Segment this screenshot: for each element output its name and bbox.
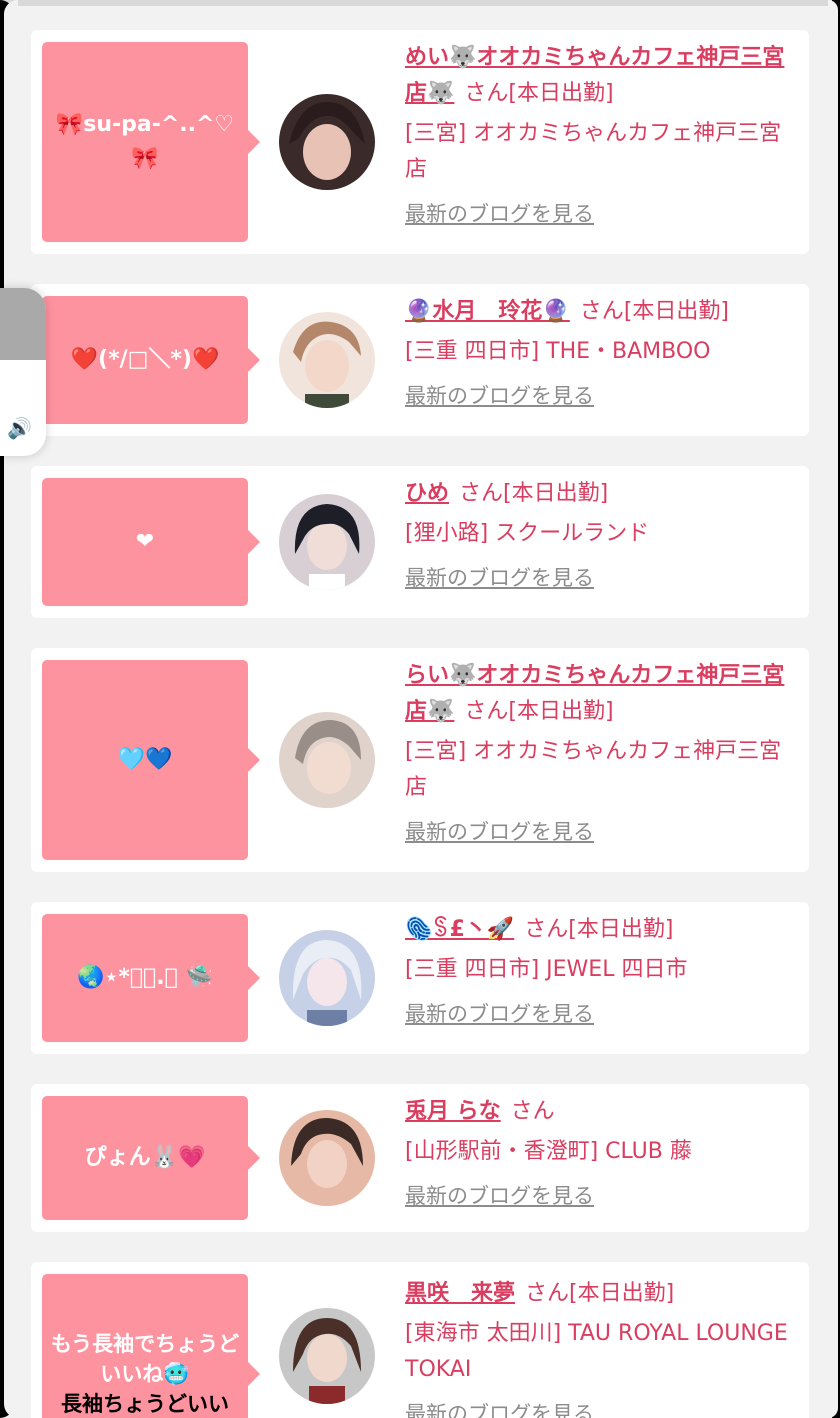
shop-location: [三宮] オオカミちゃんカフェ神戸三宮店 xyxy=(405,739,782,800)
avatar[interactable] xyxy=(279,494,375,590)
attendance-status: [本日出勤] xyxy=(503,481,609,506)
device-edge-left-inner xyxy=(4,0,18,1418)
cast-name-link[interactable]: 🔮水月 玲花🔮 xyxy=(405,299,570,324)
volume-level-fill xyxy=(0,288,46,360)
message-bubble: ぴょん🐰💗 xyxy=(42,1096,260,1220)
message-bubble: 🎀su-pa-^..^♡🎀 xyxy=(42,42,260,242)
cast-name-link[interactable]: 兎月 らな xyxy=(405,1099,501,1124)
cast-info: らい🐺オオカミちゃんカフェ神戸三宮店🐺 さん[本日出勤] [三宮] オオカミちゃん… xyxy=(405,658,801,846)
name-line: めい🐺オオカミちゃんカフェ神戸三宮店🐺 さん[本日出勤] xyxy=(405,40,801,112)
bubble-text: もう長袖でちょうどいいね🥶 xyxy=(50,1332,240,1386)
avatar[interactable] xyxy=(279,930,375,1026)
bubble-text: ぴょん🐰💗 xyxy=(84,1145,206,1170)
avatar[interactable] xyxy=(279,1110,375,1206)
bubble-text: 🎀su-pa-^..^♡🎀 xyxy=(55,112,235,171)
shop-location: [狸小路] スクールランド xyxy=(405,521,650,546)
latest-blog-link[interactable]: 最新のブログを見る xyxy=(405,198,594,228)
top-divider xyxy=(0,0,840,6)
message-bubble: もう長袖でちょうどいいね🥶 長袖ちょうどいい xyxy=(42,1274,260,1418)
cast-name-link[interactable]: 黒咲 来夢 xyxy=(405,1281,515,1306)
cast-name-link[interactable]: 🫆ꌗ£丶🚀 xyxy=(405,917,514,942)
avatar-photo xyxy=(279,312,375,408)
honorific: さん xyxy=(464,81,509,106)
avatar[interactable] xyxy=(279,94,375,190)
cast-name-link[interactable]: ひめ xyxy=(405,481,449,506)
shop-location: [山形駅前・香澄町] CLUB 藤 xyxy=(405,1139,692,1164)
avatar-photo xyxy=(279,1110,375,1206)
name-line: ひめ さん[本日出勤] xyxy=(405,476,801,512)
latest-blog-link[interactable]: 最新のブログを見る xyxy=(405,1398,594,1418)
bubble-text: 🌏⋆*ﾟ･.｡ 🛸 xyxy=(77,965,213,990)
latest-blog-link[interactable]: 最新のブログを見る xyxy=(405,1180,594,1210)
cast-card: 🩵💙 らい🐺オオカミちゃんカフェ神戸三宮店🐺 さん[本日出勤] [三宮] オオカミ… xyxy=(31,648,809,872)
device-edge-right-inner xyxy=(828,0,838,1418)
message-bubble: ❤️(*/□＼*)❤️ xyxy=(42,296,260,424)
cast-info: めい🐺オオカミちゃんカフェ神戸三宮店🐺 さん[本日出勤] [三宮] オオカミちゃん… xyxy=(405,40,801,228)
bubble-text-dark: 長袖ちょうどいい xyxy=(61,1392,229,1416)
cast-card: ❤️(*/□＼*)❤️ 🔮水月 玲花🔮 さん[本日出勤] [三重 四日市] THE… xyxy=(31,284,809,436)
honorific: さん xyxy=(464,699,509,724)
bubble-text: 🩵💙 xyxy=(117,747,173,772)
avatar[interactable] xyxy=(279,1308,375,1404)
shop-location: [三重 四日市] THE・BAMBOO xyxy=(405,339,711,364)
latest-blog-link[interactable]: 最新のブログを見る xyxy=(405,816,594,846)
honorific: さん xyxy=(510,1099,555,1124)
latest-blog-link[interactable]: 最新のブログを見る xyxy=(405,998,594,1028)
attendance-status: [本日出勤] xyxy=(569,1281,675,1306)
cast-card: ぴょん🐰💗 兎月 らな さん [山形駅前・香澄町] CLUB 藤 最新のブログを見… xyxy=(31,1084,809,1232)
cast-info: ひめ さん[本日出勤] [狸小路] スクールランド 最新のブログを見る xyxy=(405,476,801,592)
shop-location: [三重 四日市] JEWEL 四日市 xyxy=(405,957,688,982)
name-line: 🫆ꌗ£丶🚀 さん[本日出勤] xyxy=(405,912,801,948)
honorific: さん xyxy=(459,481,504,506)
cast-card: 🌏⋆*ﾟ･.｡ 🛸 🫆ꌗ£丶🚀 さん[本日出勤] [三重 四日市] JEWEL 四… xyxy=(31,902,809,1054)
volume-slider[interactable]: 🔊 xyxy=(0,288,46,456)
message-bubble: ❤ xyxy=(42,478,260,606)
shop-location: [東海市 太田川] TAU ROYAL LOUNGE TOKAI xyxy=(405,1321,788,1382)
latest-blog-link[interactable]: 最新のブログを見る xyxy=(405,562,594,592)
cast-card: もう長袖でちょうどいいね🥶 長袖ちょうどいい 黒咲 来夢 さん[本日出勤] [東海… xyxy=(31,1262,809,1418)
cast-info: 🔮水月 玲花🔮 さん[本日出勤] [三重 四日市] THE・BAMBOO 最新のブ… xyxy=(405,294,801,410)
attendance-status: [本日出勤] xyxy=(508,81,614,106)
attendance-status: [本日出勤] xyxy=(508,699,614,724)
honorific: さん xyxy=(525,1281,570,1306)
bubble-text: ❤️(*/□＼*)❤️ xyxy=(70,347,220,372)
avatar-photo xyxy=(279,94,375,190)
message-bubble: 🌏⋆*ﾟ･.｡ 🛸 xyxy=(42,914,260,1042)
avatar[interactable] xyxy=(279,312,375,408)
message-bubble: 🩵💙 xyxy=(42,660,260,860)
cast-card: ❤ ひめ さん[本日出勤] [狸小路] スクールランド 最新のブログを見る xyxy=(31,466,809,618)
avatar-photo xyxy=(279,1308,375,1404)
name-line: 黒咲 来夢 さん[本日出勤] xyxy=(405,1276,801,1312)
attendance-status: [本日出勤] xyxy=(568,917,674,942)
honorific: さん xyxy=(579,299,624,324)
cast-info: 兎月 らな さん [山形駅前・香澄町] CLUB 藤 最新のブログを見る xyxy=(405,1094,801,1210)
cast-info: 🫆ꌗ£丶🚀 さん[本日出勤] [三重 四日市] JEWEL 四日市 最新のブログを… xyxy=(405,912,801,1028)
name-line: 🔮水月 玲花🔮 さん[本日出勤] xyxy=(405,294,801,330)
attendance-status: [本日出勤] xyxy=(623,299,729,324)
name-line: らい🐺オオカミちゃんカフェ神戸三宮店🐺 さん[本日出勤] xyxy=(405,658,801,730)
name-line: 兎月 らな さん xyxy=(405,1094,801,1130)
avatar-photo xyxy=(279,930,375,1026)
bubble-text: ❤ xyxy=(135,529,155,554)
speaker-icon: 🔊 xyxy=(7,416,32,440)
honorific: さん xyxy=(524,917,569,942)
cast-info: 黒咲 来夢 さん[本日出勤] [東海市 太田川] TAU ROYAL LOUNGE… xyxy=(405,1276,801,1418)
shop-location: [三宮] オオカミちゃんカフェ神戸三宮店 xyxy=(405,121,782,182)
avatar-photo xyxy=(279,712,375,808)
avatar-photo xyxy=(279,494,375,590)
latest-blog-link[interactable]: 最新のブログを見る xyxy=(405,380,594,410)
avatar[interactable] xyxy=(279,712,375,808)
cast-card: 🎀su-pa-^..^♡🎀 めい🐺オオカミちゃんカフェ神戸三宮店🐺 さん[本日出勤… xyxy=(31,30,809,254)
